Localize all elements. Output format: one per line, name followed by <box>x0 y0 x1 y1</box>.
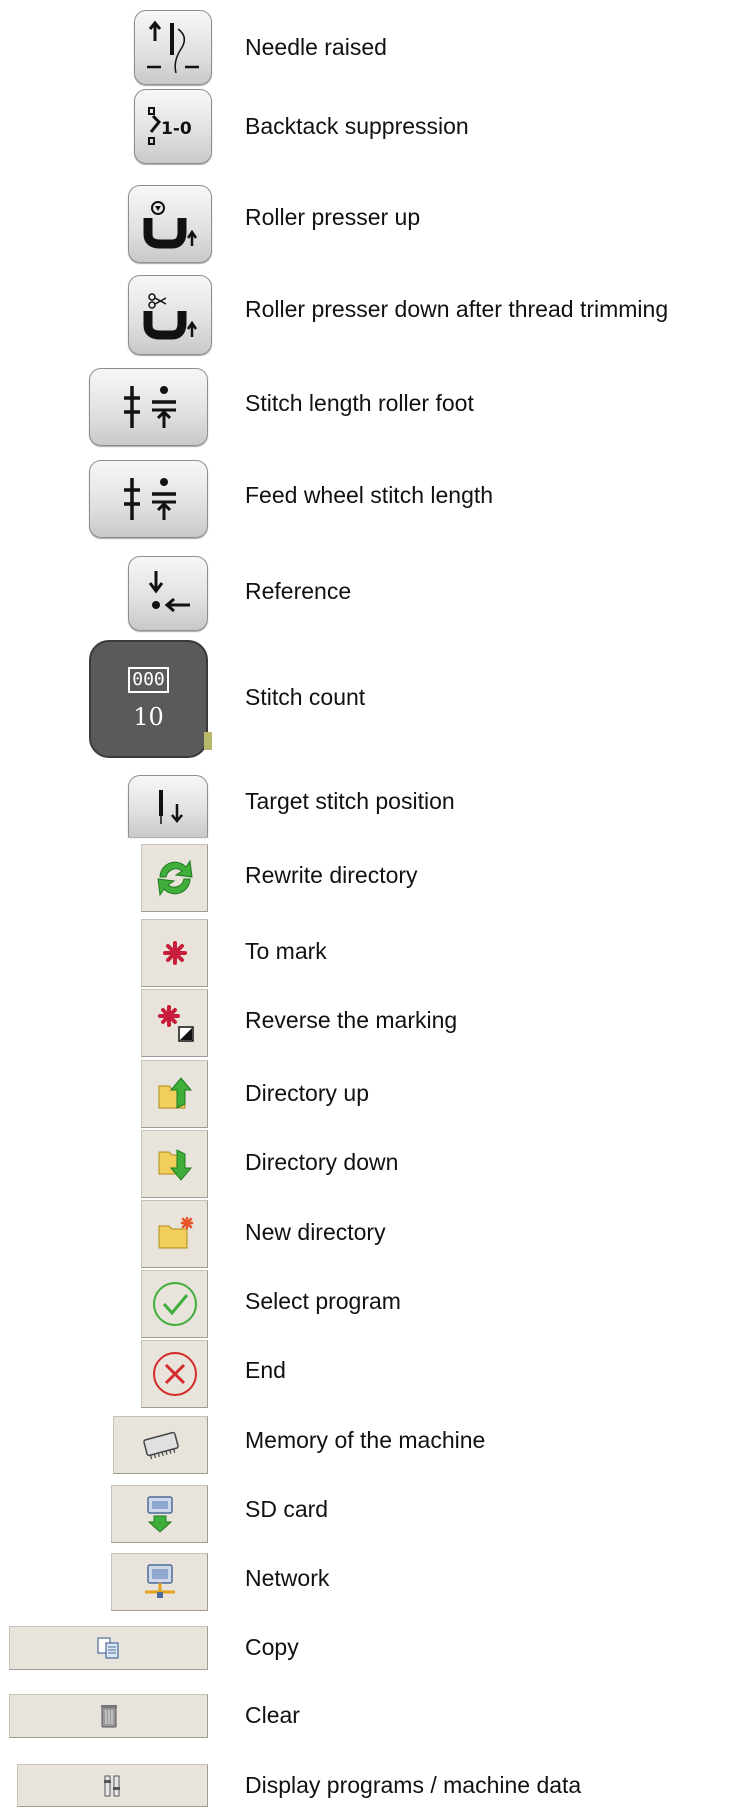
backtack-suppression-button[interactable]: 1-0 <box>134 89 212 164</box>
machine-memory-button[interactable] <box>113 1416 208 1474</box>
needle-raised-icon <box>147 20 199 73</box>
item-label: Feed wheel stitch length <box>245 482 494 508</box>
copy-button[interactable] <box>9 1626 208 1670</box>
machine-memory-icon <box>142 1431 179 1460</box>
reference-button[interactable] <box>128 556 208 631</box>
end-button[interactable] <box>141 1340 208 1408</box>
stitch-length-roller-foot-button[interactable] <box>89 368 208 446</box>
sd-card-icon <box>146 1496 173 1533</box>
target-stitch-position-button[interactable] <box>128 775 208 837</box>
item-label: Target stitch position <box>245 788 455 814</box>
select-program-icon <box>152 1282 197 1326</box>
item-label: Display programs / machine data <box>245 1772 582 1798</box>
to-mark-button[interactable] <box>141 919 208 987</box>
svg-text:1-0: 1-0 <box>161 119 192 139</box>
item-label: Directory down <box>245 1149 399 1175</box>
stitch-length-roller-foot-icon <box>123 386 176 428</box>
roller-presser-down-trim-button[interactable] <box>128 275 212 355</box>
copy-icon <box>96 1637 119 1659</box>
item-label: Rewrite directory <box>245 862 418 888</box>
clear-button[interactable] <box>9 1694 208 1738</box>
item-label: End <box>245 1357 286 1383</box>
new-directory-button[interactable] <box>141 1200 208 1268</box>
indicator-tab <box>204 732 212 750</box>
new-directory-icon <box>158 1216 193 1249</box>
sd-card-button[interactable] <box>111 1485 208 1543</box>
rewrite-directory-button[interactable] <box>141 844 208 912</box>
stitch-count-value: 10 <box>133 703 164 731</box>
target-stitch-position-icon <box>159 789 183 824</box>
item-label: Memory of the machine <box>245 1427 486 1453</box>
directory-up-icon <box>158 1077 192 1109</box>
reverse-marking-icon <box>157 1005 194 1042</box>
display-programs-icon <box>103 1775 120 1796</box>
item-label: Select program <box>245 1288 401 1314</box>
directory-down-button[interactable] <box>141 1130 208 1198</box>
display-programs-button[interactable] <box>17 1764 208 1807</box>
item-label: Needle raised <box>245 34 387 60</box>
feed-wheel-stitch-length-button[interactable] <box>89 460 208 538</box>
reference-icon <box>148 570 190 612</box>
end-icon <box>152 1352 197 1396</box>
roller-presser-up-icon <box>143 201 198 249</box>
item-label: Stitch count <box>245 684 366 710</box>
item-label: Copy <box>245 1634 299 1660</box>
item-label: SD card <box>245 1496 329 1522</box>
select-program-button[interactable] <box>141 1270 208 1338</box>
network-icon <box>144 1564 175 1598</box>
item-label: Roller presser up <box>245 204 421 230</box>
needle-raised-button[interactable] <box>134 10 212 85</box>
directory-up-button[interactable] <box>141 1060 208 1128</box>
stitch-count-display[interactable]: 000 10 <box>89 640 212 758</box>
item-label: Stitch length roller foot <box>245 390 474 416</box>
item-label: Backtack suppression <box>245 113 469 139</box>
roller-presser-up-button[interactable] <box>128 185 212 263</box>
to-mark-icon <box>162 941 187 965</box>
item-label: Reverse the marking <box>245 1007 458 1033</box>
backtack-suppression-icon: 1-0 <box>148 106 192 145</box>
trash-icon <box>100 1705 117 1728</box>
roller-presser-down-trim-icon <box>143 293 198 340</box>
network-button[interactable] <box>111 1553 208 1611</box>
item-label: Directory up <box>245 1080 369 1106</box>
item-label: Roller presser down after thread trimmin… <box>245 296 669 322</box>
feed-wheel-stitch-length-icon <box>123 478 176 520</box>
item-label: Network <box>245 1565 330 1591</box>
item-label: Reference <box>245 578 352 604</box>
reverse-marking-button[interactable] <box>141 989 208 1057</box>
directory-down-icon <box>158 1149 192 1181</box>
item-label: To mark <box>245 938 327 964</box>
rewrite-directory-icon <box>156 859 193 897</box>
stitch-count-icon: 000 <box>128 667 169 693</box>
item-label: New directory <box>245 1219 386 1245</box>
item-label: Clear <box>245 1702 300 1728</box>
